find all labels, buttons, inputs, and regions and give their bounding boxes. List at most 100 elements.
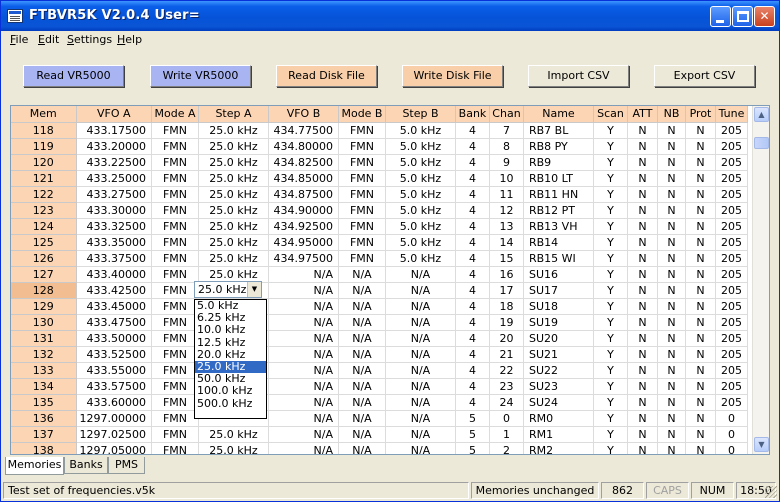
grid-cell[interactable]: N (627, 202, 658, 219)
grid-cell[interactable]: 433.35000 (76, 234, 152, 251)
grid-cell[interactable]: 205 (715, 346, 748, 363)
grid-cell[interactable]: 25.0 kHz (198, 234, 269, 251)
column-header[interactable]: Name (523, 106, 594, 123)
grid-cell[interactable]: N/A (268, 266, 339, 283)
grid-cell[interactable]: 5.0 kHz (385, 234, 456, 251)
grid-cell[interactable]: N/A (338, 426, 386, 443)
grid-cell[interactable]: FMN (338, 250, 386, 267)
grid-cell[interactable]: N/A (385, 378, 456, 395)
grid-cell[interactable]: N (627, 218, 658, 235)
grid-cell[interactable]: FMN (151, 314, 199, 331)
grid-cell[interactable]: 128 (11, 282, 77, 299)
table-row[interactable]: 137 1297.02500 FMN 25.0 kHz N/A N/A N/A 5 1 RM1 Y N… (11, 426, 748, 443)
grid-cell[interactable]: 19 (489, 314, 524, 331)
grid-cell[interactable]: 4 (455, 394, 490, 411)
grid-cell[interactable]: 433.50000 (76, 330, 152, 347)
grid-cell[interactable]: 5.0 kHz (385, 202, 456, 219)
grid-cell[interactable]: N (657, 282, 686, 299)
grid-cell[interactable]: 21 (489, 346, 524, 363)
grid-cell[interactable]: 1297.00000 (76, 410, 152, 427)
grid-cell[interactable]: FMN (151, 218, 199, 235)
grid-cell[interactable]: 4 (455, 330, 490, 347)
grid-cell[interactable]: Y (593, 394, 628, 411)
grid-cell[interactable]: N/A (385, 346, 456, 363)
grid-cell[interactable]: 205 (715, 234, 748, 251)
grid-cell[interactable]: RM1 (523, 426, 594, 443)
grid-cell[interactable]: 205 (715, 250, 748, 267)
memory-grid[interactable]: Mem VFO A Mode A Step A VFO B Mode B Step B Ban… (10, 105, 770, 455)
tab-banks[interactable]: Banks (64, 457, 108, 474)
grid-cell[interactable]: FMN (151, 378, 199, 395)
grid-cell[interactable]: 131 (11, 330, 77, 347)
grid-cell[interactable]: N (657, 138, 686, 155)
grid-cell[interactable]: 13 (489, 218, 524, 235)
grid-cell[interactable]: N/A (385, 442, 456, 454)
grid-cell[interactable]: RB14 (523, 234, 594, 251)
grid-cell[interactable]: FMN (151, 298, 199, 315)
grid-cell[interactable]: 205 (715, 298, 748, 315)
grid-cell[interactable]: 0 (489, 410, 524, 427)
grid-cell[interactable]: 25.0 kHz (198, 122, 269, 139)
grid-cell[interactable]: 4 (455, 170, 490, 187)
table-row[interactable]: 126 433.37500 FMN 25.0 kHz 434.97500 FMN 5.0 k… (11, 250, 748, 267)
grid-cell[interactable]: FMN (151, 250, 199, 267)
grid-cell[interactable]: N (627, 170, 658, 187)
grid-cell[interactable]: N (627, 138, 658, 155)
grid-cell[interactable]: N (627, 394, 658, 411)
grid-cell[interactable]: N (627, 250, 658, 267)
grid-cell[interactable]: 434.85000 (268, 170, 339, 187)
tab-pms[interactable]: PMS (108, 457, 145, 474)
grid-cell[interactable]: N (685, 362, 716, 379)
grid-cell[interactable]: 4 (455, 298, 490, 315)
grid-cell[interactable]: 22 (489, 362, 524, 379)
grid-cell[interactable]: 434.92500 (268, 218, 339, 235)
grid-cell[interactable]: RB7 BL (523, 122, 594, 139)
grid-cell[interactable]: 25.0 kHz (198, 426, 269, 443)
grid-cell[interactable]: N (657, 186, 686, 203)
grid-cell[interactable]: RM2 (523, 442, 594, 454)
grid-cell[interactable]: 25.0 kHz (198, 202, 269, 219)
grid-cell[interactable]: N/A (338, 314, 386, 331)
grid-cell[interactable]: RB15 WI (523, 250, 594, 267)
grid-cell[interactable]: RB8 PY (523, 138, 594, 155)
grid-cell[interactable]: N (657, 442, 686, 454)
grid-cell[interactable]: 25.0 kHz (198, 218, 269, 235)
grid-cell[interactable]: 205 (715, 314, 748, 331)
grid-cell[interactable]: Y (593, 266, 628, 283)
grid-cell[interactable]: N/A (385, 410, 456, 427)
step-option[interactable]: 500.0 kHz (195, 397, 266, 410)
grid-cell[interactable]: N (627, 346, 658, 363)
column-header[interactable]: Tune (715, 106, 748, 123)
grid-cell[interactable]: 119 (11, 138, 77, 155)
grid-cell[interactable]: RM0 (523, 410, 594, 427)
grid-cell[interactable]: 433.42500 (76, 282, 152, 299)
grid-cell[interactable]: 4 (455, 266, 490, 283)
grid-cell[interactable]: N/A (338, 346, 386, 363)
grid-cell[interactable]: RB12 PT (523, 202, 594, 219)
grid-cell[interactable]: N (657, 330, 686, 347)
grid-cell[interactable]: N (685, 378, 716, 395)
grid-cell[interactable]: 121 (11, 170, 77, 187)
grid-cell[interactable]: 130 (11, 314, 77, 331)
grid-cell[interactable]: RB13 VH (523, 218, 594, 235)
grid-cell[interactable]: 433.32500 (76, 218, 152, 235)
grid-cell[interactable]: 205 (715, 138, 748, 155)
grid-cell[interactable]: 205 (715, 218, 748, 235)
grid-cell[interactable]: N/A (268, 314, 339, 331)
grid-cell[interactable]: 132 (11, 346, 77, 363)
grid-cell[interactable]: Y (593, 282, 628, 299)
grid-cell[interactable]: 5.0 kHz (385, 122, 456, 139)
grid-cell[interactable]: N (685, 426, 716, 443)
grid-cell[interactable]: N (627, 378, 658, 395)
grid-cell[interactable]: FMN (151, 426, 199, 443)
grid-cell[interactable]: N/A (338, 298, 386, 315)
grid-cell[interactable]: 4 (455, 202, 490, 219)
grid-cell[interactable]: 433.45000 (76, 298, 152, 315)
grid-cell[interactable]: 5 (455, 426, 490, 443)
grid-cell[interactable]: Y (593, 346, 628, 363)
grid-cell[interactable]: 434.77500 (268, 122, 339, 139)
table-row[interactable]: 122 433.27500 FMN 25.0 kHz 434.87500 FMN 5.0 k… (11, 186, 748, 203)
chevron-down-icon[interactable]: ▼ (247, 282, 261, 297)
table-row[interactable]: 118 433.17500 FMN 25.0 kHz 434.77500 FMN 5.0 k… (11, 122, 748, 139)
grid-cell[interactable]: 25.0 kHz (198, 442, 269, 454)
